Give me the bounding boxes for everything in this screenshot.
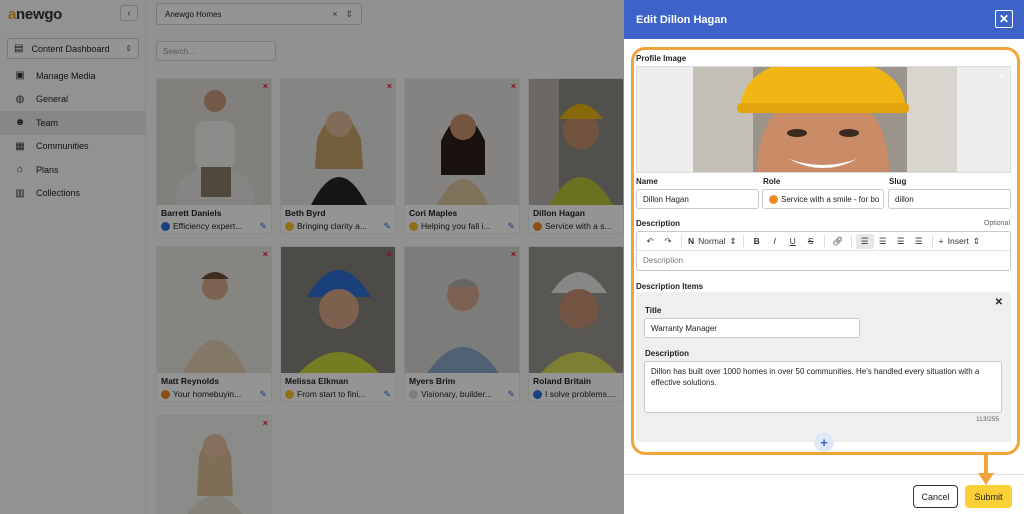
description-label: Description [636, 219, 681, 228]
panel-title: Edit Dillon Hagan [636, 13, 728, 26]
italic-button[interactable]: I [766, 234, 784, 249]
modal-backdrop[interactable] [0, 0, 624, 514]
toolbar-divider [823, 235, 825, 247]
name-field[interactable]: Dillon Hagan [636, 189, 759, 209]
remove-item-icon[interactable]: ✕ [995, 297, 1003, 308]
close-icon: ✕ [998, 12, 1010, 26]
chevron-updown-icon: ⇕ [729, 235, 737, 246]
slug-field[interactable]: dillon [888, 189, 1011, 209]
undo-icon[interactable]: ↶ [641, 234, 659, 249]
add-description-item-button[interactable]: + [814, 432, 834, 452]
submit-button[interactable]: Submit [965, 485, 1012, 508]
item-title-label: Title [645, 306, 662, 315]
character-counter: 113/255 [975, 416, 999, 423]
cancel-button[interactable]: Cancel [913, 485, 958, 508]
role-label: Role [763, 177, 781, 186]
description-editor[interactable]: ↶ ↷ N Normal ⇕ B I U S 🔗︎ ☰ ☰ ☰ ☰ + Insert ⇕… [636, 231, 1011, 271]
chevron-updown-icon: ⇕ [972, 235, 981, 246]
role-field-value: Service with a smile - for bo [781, 194, 880, 204]
description-items-label: Description Items [636, 282, 704, 291]
item-description-label: Description [645, 349, 690, 358]
align-justify-icon[interactable]: ☰ [910, 234, 928, 249]
arrow-down-icon [978, 455, 994, 485]
align-right-icon[interactable]: ☰ [892, 234, 910, 249]
underline-button[interactable]: U [784, 234, 802, 249]
strikethrough-button[interactable]: S [802, 234, 820, 249]
plus-icon: + [820, 434, 828, 450]
role-emoji-icon [769, 194, 778, 204]
bold-button[interactable]: B [748, 234, 766, 249]
toolbar-divider [742, 235, 744, 247]
toolbar-divider [681, 235, 682, 247]
align-left-icon[interactable]: ☰ [855, 233, 874, 249]
toolbar-divider [931, 235, 933, 247]
profile-image[interactable]: × [636, 66, 1011, 173]
panel-footer: Cancel Submit [624, 474, 1024, 514]
editor-toolbar: ↶ ↷ N Normal ⇕ B I U S 🔗︎ ☰ ☰ ☰ ☰ + Insert ⇕ [637, 232, 1010, 251]
item-description-textarea[interactable]: Dillon has built over 1000 homes in over… [644, 361, 1002, 413]
plus-icon: + [938, 236, 944, 246]
optional-label: Optional [983, 220, 1010, 227]
description-item-card: ✕ Title Warranty Manager Description Dil… [636, 292, 1011, 442]
remove-image-icon[interactable]: × [999, 70, 1004, 80]
description-editor-body[interactable]: Description [637, 251, 1010, 270]
insert-menu[interactable]: + Insert ⇕ [937, 234, 982, 249]
panel-header: Edit Dillon Hagan ✕ [624, 0, 1024, 39]
profile-image-label: Profile Image [636, 54, 687, 63]
redo-icon[interactable]: ↷ [659, 234, 677, 249]
item-title-field[interactable]: Warranty Manager [644, 318, 860, 338]
slug-label: Slug [889, 177, 907, 186]
link-icon[interactable]: 🔗︎ [829, 234, 847, 249]
close-button[interactable]: ✕ [995, 10, 1013, 28]
align-center-icon[interactable]: ☰ [874, 234, 892, 249]
block-style-select[interactable]: N Normal ⇕ [686, 234, 739, 249]
name-label: Name [636, 177, 658, 186]
toolbar-divider [850, 235, 852, 247]
role-field[interactable]: Service with a smile - for bo [762, 189, 884, 209]
